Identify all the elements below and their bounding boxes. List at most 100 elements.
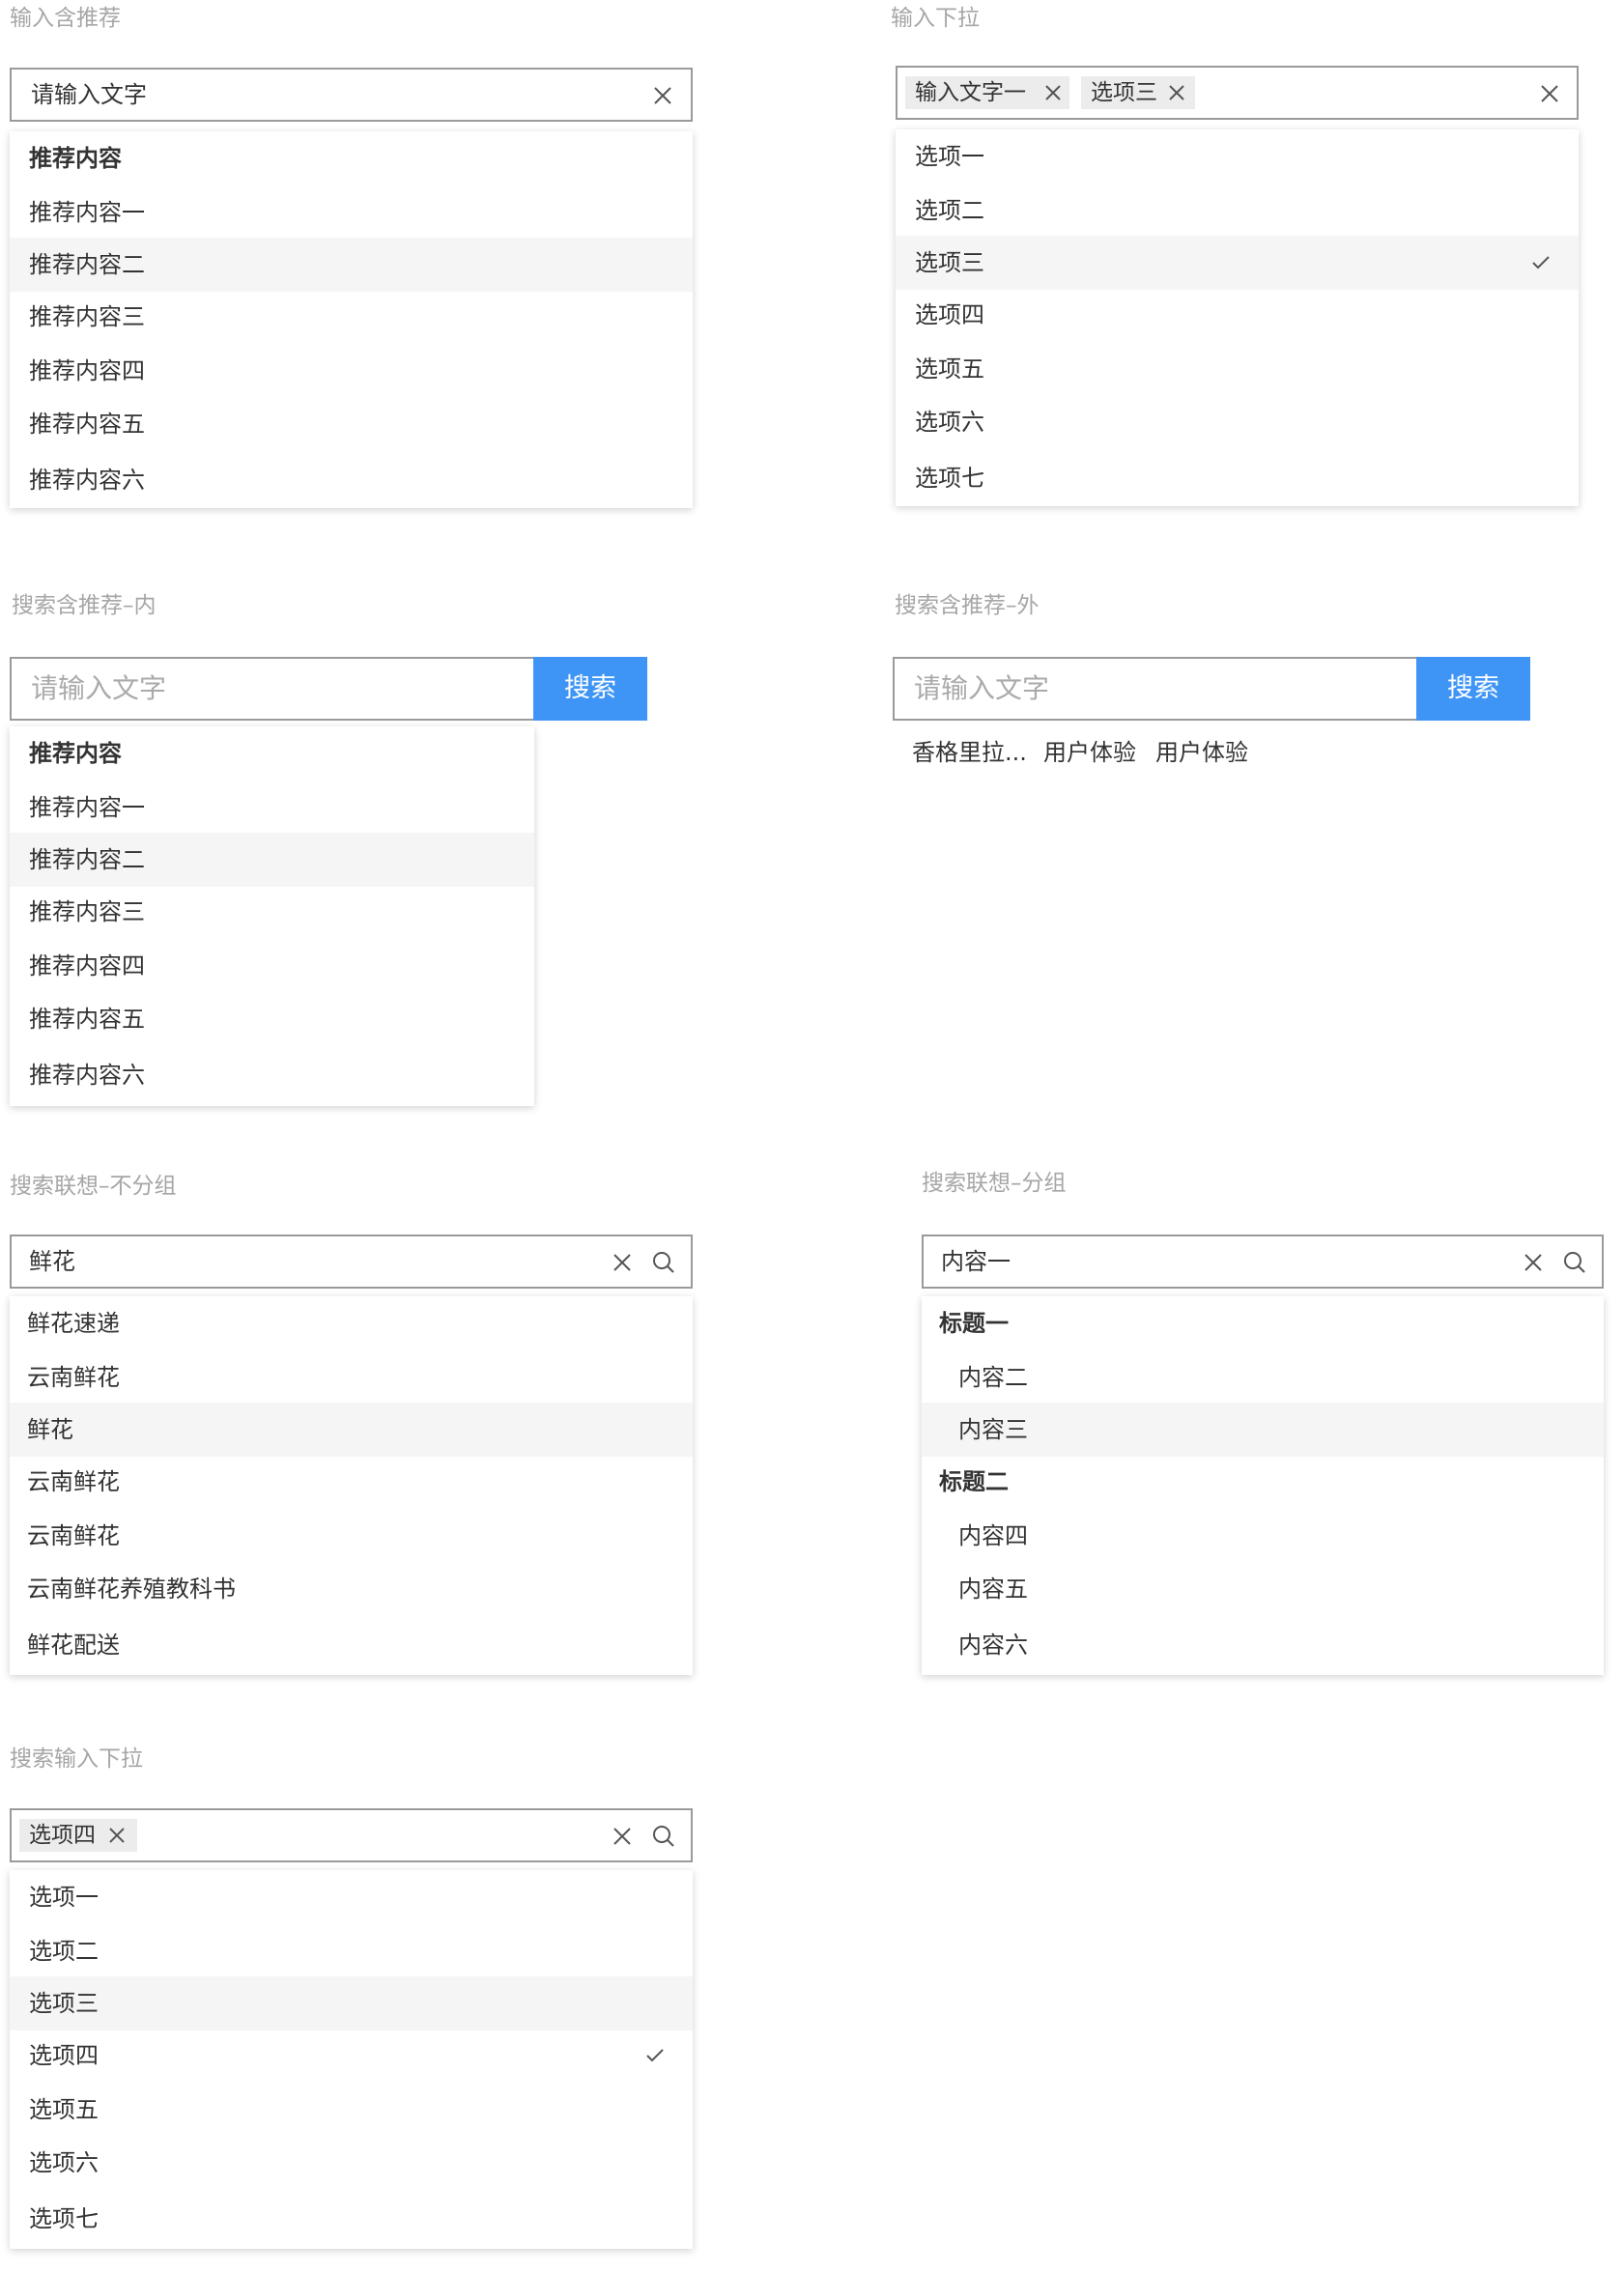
dropdown-option[interactable]: 选项六 bbox=[10, 2136, 693, 2190]
search-button[interactable]: 搜索 bbox=[1416, 657, 1530, 721]
dropdown-option[interactable]: 推荐内容二 bbox=[10, 833, 534, 887]
option-label: 推荐内容六 bbox=[29, 467, 145, 494]
dropdown-option[interactable]: 内容五 bbox=[922, 1562, 1604, 1616]
recommend-input[interactable]: 请输入文字 bbox=[10, 68, 693, 122]
search-icon[interactable] bbox=[651, 1824, 676, 1849]
input-value: 鲜花 bbox=[29, 1248, 75, 1275]
option-label: 推荐内容六 bbox=[29, 1062, 145, 1089]
option-label: 选项三 bbox=[915, 249, 984, 276]
dropdown-option[interactable]: 鲜花 bbox=[10, 1403, 693, 1457]
tag-label: 选项四 bbox=[29, 1823, 96, 1848]
option-label: 云南鲜花 bbox=[27, 1364, 120, 1391]
tag-close-icon[interactable] bbox=[108, 1827, 126, 1844]
search-input[interactable]: 鲜花 bbox=[10, 1235, 693, 1289]
dropdown-option[interactable]: 内容四 bbox=[922, 1509, 1604, 1563]
check-icon bbox=[646, 2049, 664, 2062]
select-dropdown: 选项一 选项二选项三选项四选项五选项六选项七 bbox=[896, 129, 1579, 506]
option-label: 选项六 bbox=[29, 2149, 99, 2176]
dropdown-option[interactable]: 推荐内容一 bbox=[10, 185, 693, 240]
suggestion-link[interactable]: 用户体验 bbox=[1155, 738, 1248, 767]
option-label: 选项五 bbox=[915, 355, 984, 383]
search-button[interactable]: 搜索 bbox=[533, 657, 647, 721]
dropdown-option[interactable]: 选项二 bbox=[10, 1924, 693, 1978]
dropdown-option[interactable]: 选项一 bbox=[896, 129, 1579, 184]
dropdown-option[interactable]: 选项六 bbox=[896, 395, 1579, 449]
grouped-suggestion-dropdown: 标题一 内容二 内容三 标题二 内容四 内容五 内容六 bbox=[922, 1296, 1604, 1675]
dropdown-option[interactable]: 推荐内容一 bbox=[10, 781, 534, 835]
dropdown-option[interactable]: 鲜花速递 bbox=[10, 1296, 693, 1350]
section-title-search-input-dropdown: 搜索输入下拉 bbox=[10, 1746, 143, 1772]
dropdown-option[interactable]: 云南鲜花 bbox=[10, 1350, 693, 1405]
select-dropdown: 选项一选项二选项三选项四 选项五选项六选项七 bbox=[10, 1870, 693, 2249]
section-title-search-suggest-ungrouped: 搜索联想–不分组 bbox=[10, 1174, 177, 1199]
dropdown-option[interactable]: 选项五 bbox=[10, 2083, 693, 2137]
multi-select-input[interactable]: 输入文字一 选项三 bbox=[896, 66, 1579, 120]
group-header: 推荐内容 bbox=[10, 131, 693, 185]
search-input[interactable]: 请输入文字 bbox=[10, 657, 533, 721]
option-label: 推荐内容二 bbox=[29, 251, 145, 278]
option-label: 鲜花配送 bbox=[27, 1632, 120, 1659]
dropdown-option[interactable]: 推荐内容三 bbox=[10, 885, 534, 939]
option-label: 推荐内容二 bbox=[29, 846, 145, 873]
option-label: 选项一 bbox=[29, 1884, 99, 1911]
dropdown-option[interactable]: 选项七 bbox=[896, 451, 1579, 505]
dropdown-option[interactable]: 内容二 bbox=[922, 1350, 1604, 1405]
dropdown-option[interactable]: 选项四 bbox=[896, 288, 1579, 342]
dropdown-option[interactable]: 选项三 bbox=[10, 1976, 693, 2030]
search-select-input[interactable]: 选项四 bbox=[10, 1808, 693, 1862]
dropdown-option[interactable]: 选项二 bbox=[896, 184, 1579, 238]
option-label: 选项四 bbox=[915, 301, 984, 328]
option-label: 内容二 bbox=[958, 1364, 1028, 1391]
search-input[interactable]: 内容一 bbox=[922, 1235, 1604, 1289]
option-label: 推荐内容五 bbox=[29, 1006, 145, 1033]
option-label: 推荐内容 bbox=[29, 145, 122, 172]
dropdown-option[interactable]: 推荐内容三 bbox=[10, 290, 693, 344]
close-icon[interactable] bbox=[1524, 1253, 1543, 1272]
option-label: 推荐内容一 bbox=[29, 794, 145, 821]
search-icon[interactable] bbox=[1562, 1250, 1587, 1275]
dropdown-option[interactable]: 云南鲜花 bbox=[10, 1455, 693, 1509]
dropdown-option[interactable]: 云南鲜花养殖教科书 bbox=[10, 1562, 693, 1616]
option-label: 云南鲜花养殖教科书 bbox=[27, 1576, 236, 1603]
suggestion-link[interactable]: 香格里拉... bbox=[912, 738, 1027, 767]
tag-close-icon[interactable] bbox=[1168, 84, 1185, 101]
section-title-input-dropdown: 输入下拉 bbox=[891, 6, 980, 31]
dropdown-option[interactable]: 推荐内容六 bbox=[10, 453, 693, 507]
dropdown-option[interactable]: 选项七 bbox=[10, 2192, 693, 2246]
dropdown-option[interactable]: 云南鲜花 bbox=[10, 1509, 693, 1563]
close-icon[interactable] bbox=[1540, 84, 1559, 103]
option-label: 选项二 bbox=[29, 1938, 99, 1965]
dropdown-option[interactable]: 选项四 bbox=[10, 2029, 693, 2083]
dropdown-option[interactable]: 选项一 bbox=[10, 1870, 693, 1924]
dropdown-option[interactable]: 选项五 bbox=[896, 342, 1579, 396]
dropdown-option[interactable]: 鲜花配送 bbox=[10, 1618, 693, 1672]
section-title-search-recommend-inner: 搜索含推荐–内 bbox=[12, 593, 157, 618]
dropdown-option[interactable]: 推荐内容五 bbox=[10, 397, 693, 451]
option-label: 推荐内容一 bbox=[29, 199, 145, 226]
option-label: 选项七 bbox=[915, 465, 984, 492]
close-icon[interactable] bbox=[653, 86, 672, 105]
tag-chip: 选项三 bbox=[1081, 76, 1195, 109]
dropdown-option[interactable]: 内容三 bbox=[922, 1403, 1604, 1457]
option-label: 标题一 bbox=[939, 1310, 1009, 1337]
dropdown-option[interactable]: 内容六 bbox=[922, 1618, 1604, 1672]
dropdown-option[interactable]: 选项三 bbox=[896, 236, 1579, 290]
tag-label: 输入文字一 bbox=[915, 80, 1026, 105]
dropdown-option[interactable]: 推荐内容四 bbox=[10, 939, 534, 993]
close-icon[interactable] bbox=[613, 1827, 632, 1846]
section-title-search-recommend-outer: 搜索含推荐–外 bbox=[895, 593, 1040, 618]
dropdown-option[interactable]: 推荐内容四 bbox=[10, 344, 693, 398]
tag-close-icon[interactable] bbox=[1044, 84, 1062, 101]
option-label: 选项三 bbox=[29, 1990, 99, 2017]
search-icon[interactable] bbox=[651, 1250, 676, 1275]
search-input[interactable]: 请输入文字 bbox=[893, 657, 1416, 721]
recommend-dropdown: 推荐内容推荐内容一推荐内容二推荐内容三 推荐内容四 推荐内容五推荐内容六 bbox=[10, 131, 693, 508]
suggestion-link[interactable]: 用户体验 bbox=[1043, 738, 1136, 767]
close-icon[interactable] bbox=[613, 1253, 632, 1272]
dropdown-option[interactable]: 推荐内容二 bbox=[10, 238, 693, 292]
dropdown-option[interactable]: 推荐内容六 bbox=[10, 1048, 534, 1102]
check-icon bbox=[1532, 256, 1550, 270]
option-label: 选项七 bbox=[29, 2205, 99, 2232]
section-title-input-recommend: 输入含推荐 bbox=[10, 6, 121, 31]
dropdown-option[interactable]: 推荐内容五 bbox=[10, 992, 534, 1046]
